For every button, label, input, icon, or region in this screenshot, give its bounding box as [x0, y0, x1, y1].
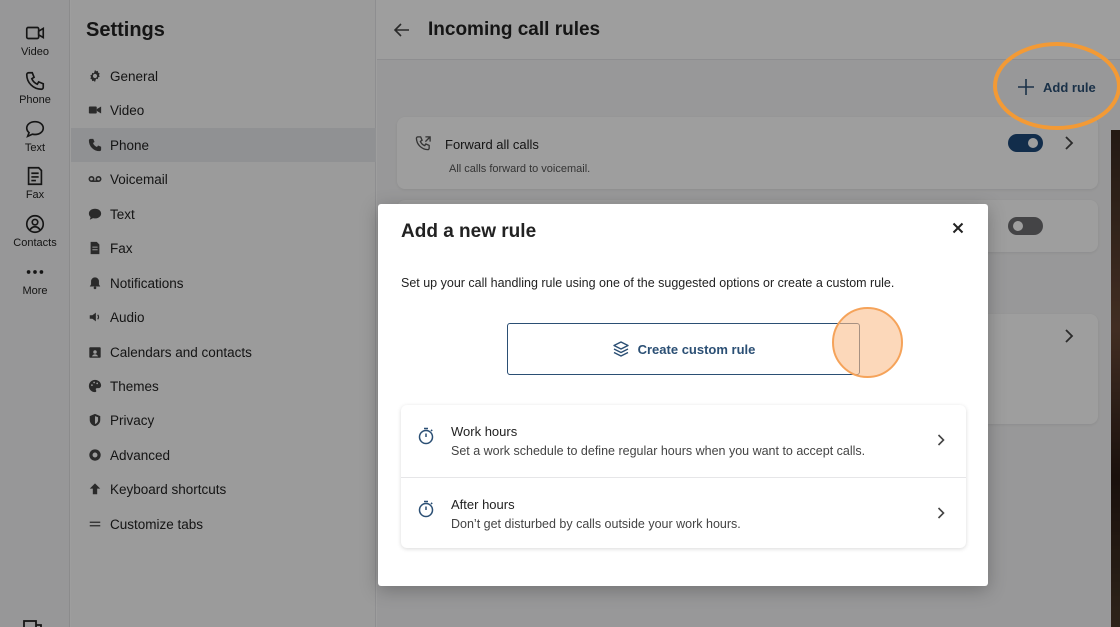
timer-icon: [418, 500, 434, 518]
option-title: Work hours: [451, 424, 518, 439]
timer-icon: [418, 427, 434, 445]
layers-icon: [612, 341, 629, 357]
option-work-hours[interactable]: Work hours Set a work schedule to define…: [401, 405, 966, 476]
option-title: After hours: [451, 497, 515, 512]
option-after-hours[interactable]: After hours Don’t get disturbed by calls…: [401, 477, 966, 548]
close-icon[interactable]: [950, 220, 966, 236]
dialog-description: Set up your call handling rule using one…: [401, 276, 895, 290]
annotation-click-highlight: [832, 307, 903, 378]
chevron-right-icon: [937, 507, 945, 519]
create-custom-rule-label: Create custom rule: [637, 341, 756, 357]
create-custom-rule-button[interactable]: Create custom rule: [507, 323, 860, 375]
option-subtitle: Set a work schedule to define regular ho…: [451, 444, 866, 458]
add-rule-dialog: Add a new rule Set up your call handling…: [378, 204, 988, 586]
annotation-circle-add-rule: [993, 42, 1120, 130]
suggested-rules-list: Work hours Set a work schedule to define…: [401, 405, 966, 548]
dialog-title: Add a new rule: [401, 221, 537, 242]
option-subtitle: Don’t get disturbed by calls outside you…: [451, 517, 741, 531]
chevron-right-icon: [937, 434, 945, 446]
